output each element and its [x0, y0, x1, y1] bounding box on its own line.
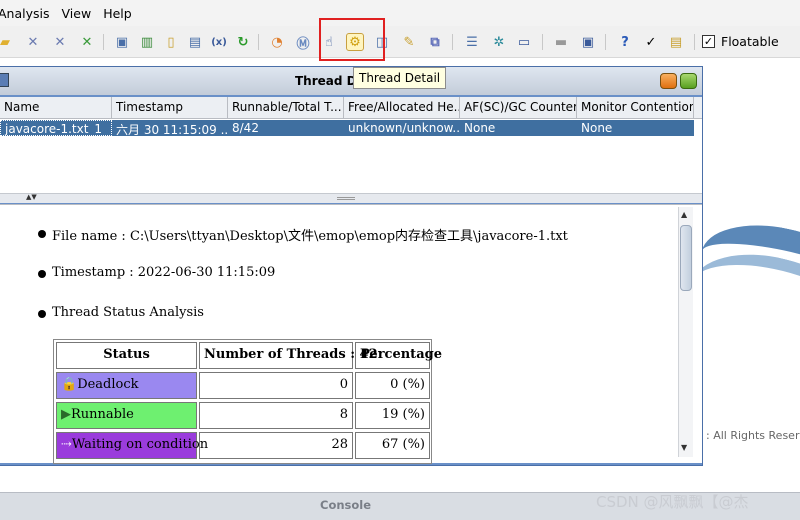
windows-icon[interactable]: ⧉	[426, 33, 444, 51]
window-titlebar[interactable]: Thread Du	[0, 67, 702, 95]
waiting-count: 28	[199, 432, 353, 459]
table-header: Name Timestamp Runnable/Total T... Free/…	[0, 97, 702, 119]
collapse-arrows-icon[interactable]: ▲▼	[26, 193, 37, 201]
bullet-icon	[38, 310, 46, 318]
floatable-label: Floatable	[721, 34, 779, 49]
menu-analysis[interactable]: Analysis	[0, 6, 57, 21]
info-icon[interactable]: ▤	[667, 33, 685, 51]
column-header-name[interactable]: Name	[0, 97, 112, 119]
runnable-count: 8	[199, 402, 353, 429]
timestamp-line: Timestamp : 2022-06-30 11:15:09	[52, 265, 276, 280]
close-icon[interactable]: ✕	[24, 33, 42, 51]
floatable-checkbox[interactable]: ✓	[702, 35, 715, 48]
window-icon	[0, 73, 9, 87]
play-icon: ▶	[61, 407, 71, 422]
screen-icon[interactable]: ▭	[515, 33, 533, 51]
cell-name: javacore-1.txt_1	[0, 120, 112, 136]
bullet-icon	[38, 230, 46, 238]
close-all-icon[interactable]: ✕	[51, 33, 69, 51]
pane-splitter[interactable]: ▲▼	[0, 193, 702, 203]
waiting-percentage: 67 (%)	[355, 432, 430, 459]
properties-icon[interactable]: ▤	[186, 33, 204, 51]
status-waiting: ⇢Waiting on condition	[56, 432, 208, 459]
thread-detail-pane: File name : C:\Users\ttyan\Desktop\文件\em…	[0, 204, 702, 464]
variable-icon[interactable]: (x)	[210, 33, 228, 51]
help-icon[interactable]: ?	[616, 33, 634, 51]
trash-icon[interactable]: ▯	[162, 33, 180, 51]
cell-runnable: 8/42	[232, 121, 259, 135]
copy-icon[interactable]: ▣	[113, 33, 131, 51]
copyright-text: : All Rights Reserved	[706, 429, 800, 442]
console-title: Console	[320, 498, 372, 512]
pin-icon[interactable]: ✎	[400, 33, 418, 51]
count-header: Number of Threads : 42	[199, 342, 378, 369]
bullet-icon	[38, 270, 46, 278]
column-header-timestamp[interactable]: Timestamp	[112, 97, 228, 119]
status-runnable: ▶Runnable	[56, 402, 197, 429]
menu-help[interactable]: Help	[98, 6, 139, 21]
cell-gc: None	[464, 121, 496, 135]
table-row[interactable]: javacore-1.txt_1 六月 30 11:15:09 ... 8/42…	[0, 120, 694, 136]
wait-arrow-icon: ⇢	[61, 437, 72, 452]
scrollbar-thumb[interactable]	[680, 225, 692, 291]
file-name-line: File name : C:\Users\ttyan\Desktop\文件\em…	[52, 229, 568, 244]
column-header-runnable[interactable]: Runnable/Total T...	[228, 97, 344, 119]
deadlock-count: 0	[199, 372, 353, 399]
minimize-panel-icon[interactable]: ▬	[552, 33, 570, 51]
status-table: Status Number of Threads : 42 Percentage…	[53, 339, 442, 464]
list-icon[interactable]: ☰	[463, 33, 481, 51]
scroll-up-icon[interactable]: ▲	[681, 210, 687, 219]
menu-bar: Analysis View Help	[0, 0, 800, 26]
scroll-down-icon[interactable]: ▼	[681, 443, 687, 452]
toolbar: ▰ ✕ ✕ ✕ ▣ ▥ ▯ ▤ (x) ↻ ◔ Ⓜ ☝ ⚙ ◫ ✎ ⧉ ☰ ✲ …	[0, 26, 800, 58]
pie-chart-icon[interactable]: ◔	[268, 33, 286, 51]
analysis-title: Thread Status Analysis	[52, 305, 204, 320]
check-icon[interactable]: ✓	[642, 33, 660, 51]
cell-heap: unknown/unknow...	[348, 121, 460, 135]
deadlock-percentage: 0 (%)	[355, 372, 430, 399]
tree-icon[interactable]: ✲	[490, 33, 508, 51]
detail-scrollbar[interactable]: ▲ ▼	[678, 207, 693, 457]
memory-icon[interactable]: ▥	[138, 33, 156, 51]
lock-icon: 🔒	[61, 377, 78, 392]
column-header-heap[interactable]: Free/Allocated He...	[344, 97, 460, 119]
splitter-grip-icon[interactable]	[337, 197, 355, 200]
status-header: Status	[56, 342, 197, 369]
status-deadlock: 🔒Deadlock	[56, 372, 197, 399]
maximize-button[interactable]	[680, 73, 697, 89]
thread-detail-tooltip: Thread Detail	[353, 67, 447, 89]
remove-icon[interactable]: ✕	[78, 33, 96, 51]
column-header-gc[interactable]: AF(SC)/GC Counter	[460, 97, 577, 119]
column-header-monitor[interactable]: Monitor Contention	[577, 97, 694, 119]
menu-view[interactable]: View	[57, 6, 99, 21]
monitor-icon[interactable]: Ⓜ	[294, 33, 312, 52]
thread-dump-table: Name Timestamp Runnable/Total T... Free/…	[0, 97, 702, 193]
open-folder-icon[interactable]: ▰	[0, 33, 14, 51]
watermark-text: CSDN @风飘飘【@杰	[596, 493, 749, 511]
minimize-button[interactable]	[660, 73, 677, 89]
runnable-percentage: 19 (%)	[355, 402, 430, 429]
highlight-annotation	[319, 18, 385, 61]
maximize-panel-icon[interactable]: ▣	[579, 33, 597, 51]
cell-timestamp: 六月 30 11:15:09 ...	[116, 123, 228, 136]
percentage-header: Percentage	[355, 342, 442, 369]
cell-monitor: None	[581, 121, 613, 135]
refresh-icon[interactable]: ↻	[234, 33, 252, 51]
